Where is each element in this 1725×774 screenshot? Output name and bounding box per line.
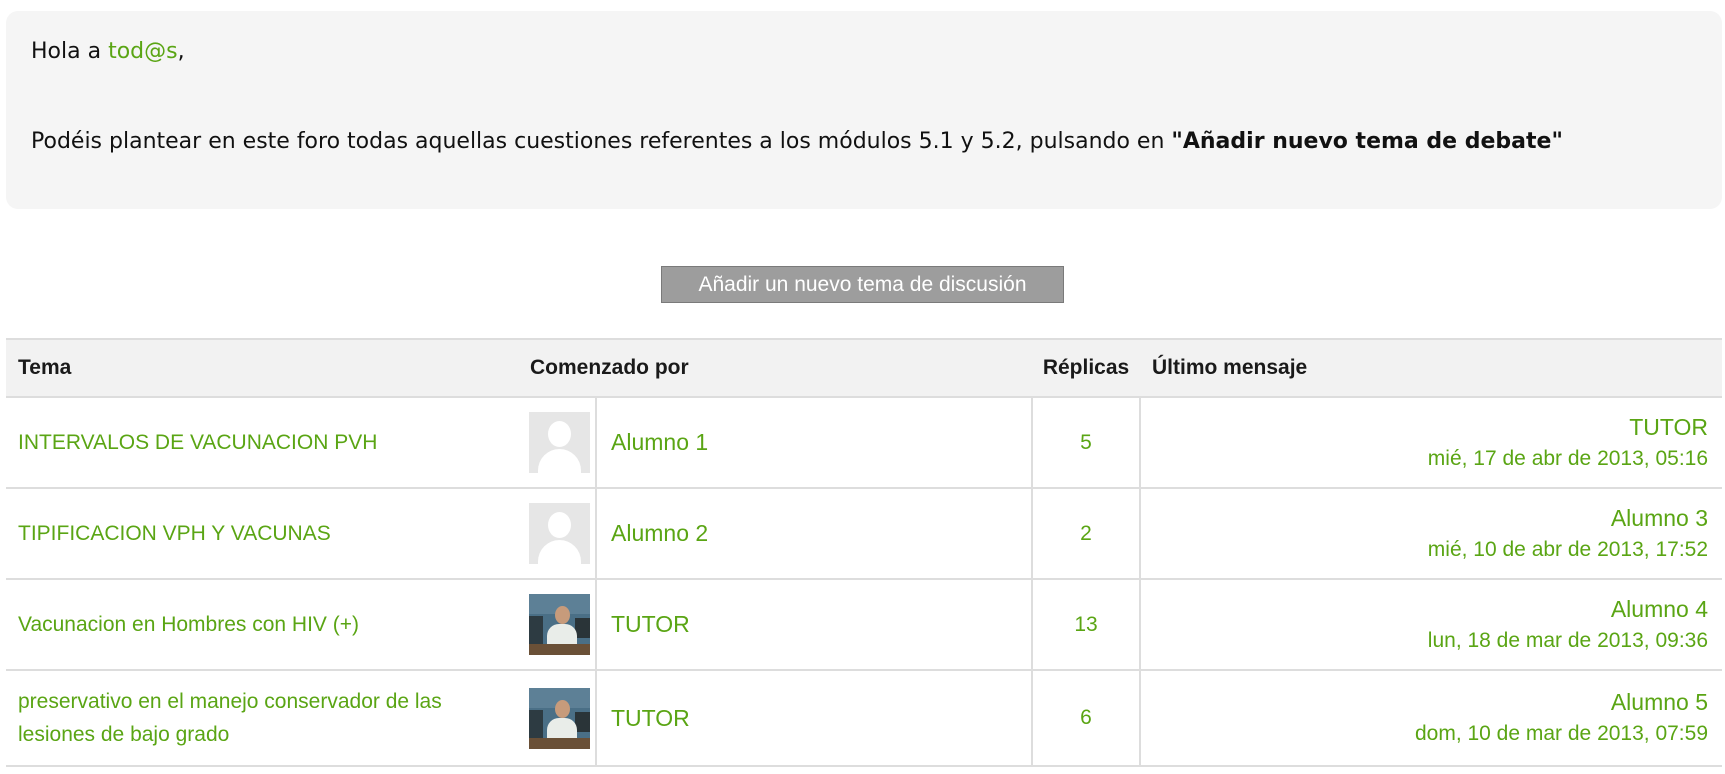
last-post-date[interactable]: mié, 10 de abr de 2013, 17:52 xyxy=(1153,534,1708,566)
author-link[interactable]: Alumno 2 xyxy=(596,488,1034,580)
last-post-cell: Alumno 5 dom, 10 de mar de 2013, 07:59 xyxy=(1140,670,1723,767)
replies-link[interactable]: 6 xyxy=(1032,670,1142,767)
author-picture-cell xyxy=(518,488,597,580)
author-link[interactable]: Alumno 1 xyxy=(596,397,1034,489)
table-row: INTERVALOS DE VACUNACION PVH Alumno 1 5 … xyxy=(6,397,1723,489)
topic-link[interactable]: Vacunacion en Hombres con HIV (+) xyxy=(6,579,518,671)
topic-link[interactable]: TIPIFICACION VPH Y VACUNAS xyxy=(6,488,518,580)
last-post-cell: Alumno 4 lun, 18 de mar de 2013, 09:36 xyxy=(1140,579,1723,671)
intro-body-bold: "Añadir nuevo tema de debate" xyxy=(1171,129,1563,154)
header-tema[interactable]: Tema xyxy=(6,338,518,398)
last-post-author[interactable]: Alumno 5 xyxy=(1153,686,1708,718)
topic-link[interactable]: preservativo en el manejo conservador de… xyxy=(6,670,518,767)
replies-link[interactable]: 5 xyxy=(1032,397,1142,489)
last-post-date[interactable]: mié, 17 de abr de 2013, 05:16 xyxy=(1153,443,1708,475)
last-post-date[interactable]: lun, 18 de mar de 2013, 09:36 xyxy=(1153,625,1708,657)
last-post-date[interactable]: dom, 10 de mar de 2013, 07:59 xyxy=(1153,718,1708,750)
last-post-author[interactable]: TUTOR xyxy=(1153,411,1708,443)
replies-link[interactable]: 2 xyxy=(1032,488,1142,580)
intro-body: Podéis plantear en este foro todas aquel… xyxy=(31,129,1172,154)
author-picture-cell xyxy=(518,397,597,489)
table-header-row: Tema Comenzado por Réplicas Último mensa… xyxy=(6,338,1723,398)
author-picture-cell xyxy=(518,579,597,671)
table-row: preservativo en el manejo conservador de… xyxy=(6,670,1723,767)
tutor-photo[interactable] xyxy=(529,594,590,655)
author-link[interactable]: TUTOR xyxy=(596,670,1034,767)
greeting-text: Hola a tod@s, xyxy=(31,39,185,64)
default-user-icon[interactable] xyxy=(529,412,590,473)
greeting-highlight: tod@s xyxy=(108,39,178,64)
add-discussion-button[interactable]: Añadir un nuevo tema de discusión xyxy=(661,266,1064,303)
default-user-icon[interactable] xyxy=(529,503,590,564)
greeting-prefix: Hola a xyxy=(31,39,109,64)
last-post-author[interactable]: Alumno 3 xyxy=(1153,502,1708,534)
author-picture-cell xyxy=(518,670,597,767)
last-post-cell: TUTOR mié, 17 de abr de 2013, 05:16 xyxy=(1140,397,1723,489)
intro-body-text: Podéis plantear en este foro todas aquel… xyxy=(31,129,1563,154)
topic-link[interactable]: INTERVALOS DE VACUNACION PVH xyxy=(6,397,518,489)
forum-intro: Hola a tod@s, Podéis plantear en este fo… xyxy=(6,11,1722,209)
author-link[interactable]: TUTOR xyxy=(596,579,1034,671)
greeting-suffix: , xyxy=(177,39,185,64)
header-comenzado-por[interactable]: Comenzado por xyxy=(518,338,1033,398)
last-post-cell: Alumno 3 mié, 10 de abr de 2013, 17:52 xyxy=(1140,488,1723,580)
last-post-author[interactable]: Alumno 4 xyxy=(1153,593,1708,625)
tutor-photo[interactable] xyxy=(529,687,590,749)
discussion-table: Tema Comenzado por Réplicas Último mensa… xyxy=(6,338,1723,767)
table-row: Vacunacion en Hombres con HIV (+) TUTOR … xyxy=(6,579,1723,671)
table-row: TIPIFICACION VPH Y VACUNAS Alumno 2 2 Al… xyxy=(6,488,1723,580)
header-replicas[interactable]: Réplicas xyxy=(1032,338,1141,398)
header-ultimo-mensaje[interactable]: Último mensaje xyxy=(1140,338,1723,398)
replies-link[interactable]: 13 xyxy=(1032,579,1142,671)
